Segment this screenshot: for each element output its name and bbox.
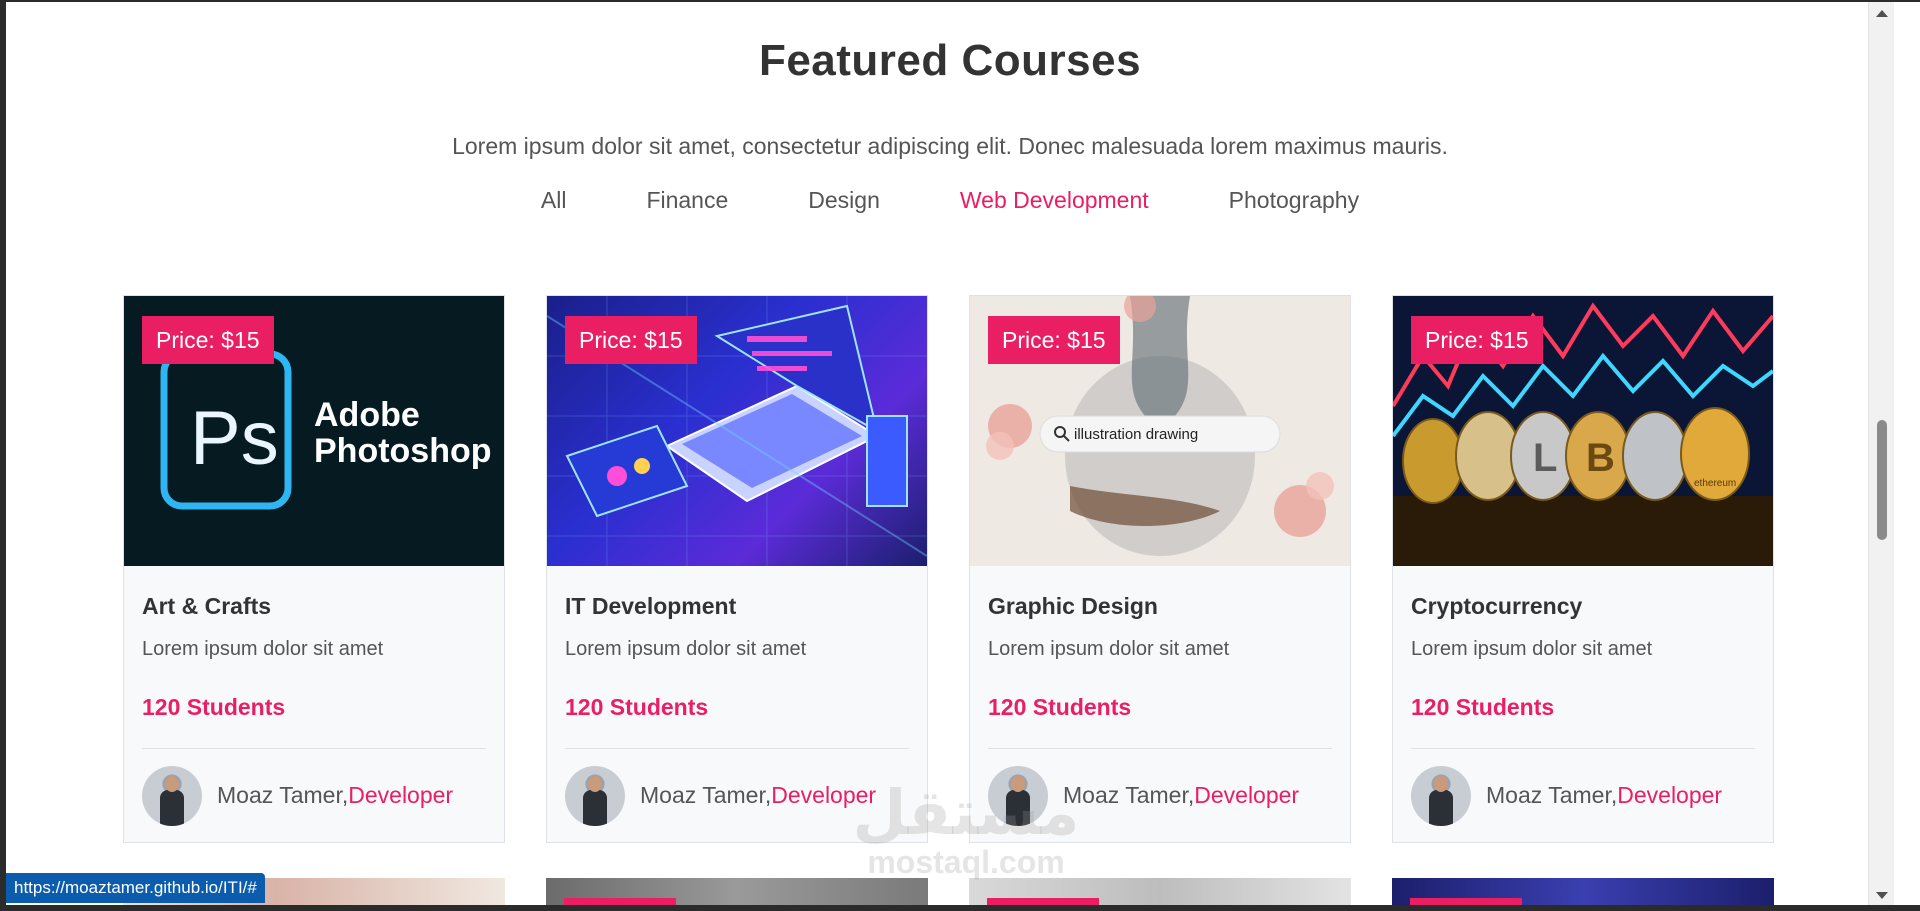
student-count: 120 Students — [988, 694, 1132, 720]
course-title[interactable]: IT Development — [565, 593, 736, 620]
card-divider — [988, 748, 1332, 749]
page: Featured Courses Lorem ipsum dolor sit a… — [6, 2, 1894, 905]
scroll-down-arrow-icon[interactable] — [1876, 892, 1888, 899]
author-info: Moaz Tamer,Developer — [1486, 782, 1722, 809]
course-description: Lorem ipsum dolor sit amet — [565, 638, 807, 660]
author-role: Developer — [348, 782, 454, 808]
vertical-scrollbar[interactable] — [1868, 2, 1894, 905]
card-divider — [142, 748, 486, 749]
course-title[interactable]: Art & Crafts — [142, 593, 271, 620]
author-name: Moaz Tamer, — [640, 782, 772, 808]
scroll-up-arrow-icon[interactable] — [1876, 10, 1888, 17]
laptop-isometric-thumbnail: Price: $15 — [547, 296, 927, 566]
filter-design[interactable]: Design — [768, 187, 920, 214]
avatar — [565, 766, 625, 826]
author-name: Moaz Tamer, — [217, 782, 349, 808]
filter-web-development[interactable]: Web Development — [920, 187, 1189, 214]
ps-logo-letters: Ps — [190, 396, 279, 481]
course-card[interactable]: Price: $15 IT Development Lorem ipsum do… — [546, 295, 928, 843]
author-info: Moaz Tamer,Developer — [217, 782, 453, 809]
section-subtitle: Lorem ipsum dolor sit amet, consectetur … — [452, 133, 1448, 159]
course-description: Lorem ipsum dolor sit amet — [1411, 638, 1653, 660]
course-filter-tabs: All Finance Design Web Development Photo… — [6, 187, 1894, 214]
author-role: Developer — [1194, 782, 1300, 808]
course-card[interactable]: illustration drawing Price: $15 Graphic … — [969, 295, 1351, 843]
course-card[interactable]: Ps Adobe Photoshop Price: $15 Art & Craf… — [123, 295, 505, 843]
avatar — [988, 766, 1048, 826]
course-card[interactable]: L B ethereum Price: $15 Cryptocurrency L… — [1392, 295, 1774, 843]
photoshop-label: Photoshop — [314, 432, 492, 470]
filter-all[interactable]: All — [501, 187, 607, 214]
avatar — [1411, 766, 1471, 826]
card-divider — [565, 748, 909, 749]
student-count: 120 Students — [142, 694, 286, 720]
crypto-coins-thumbnail: L B ethereum Price: $15 — [1393, 296, 1773, 566]
price-badge — [564, 898, 676, 905]
price-badge: Price: $15 — [565, 316, 697, 364]
author-name: Moaz Tamer, — [1063, 782, 1195, 808]
next-card-preview[interactable] — [1392, 878, 1774, 905]
section-title: Featured Courses — [758, 36, 1142, 85]
author-info: Moaz Tamer,Developer — [1063, 782, 1299, 809]
next-row-card-previews — [123, 878, 1783, 905]
course-title[interactable]: Cryptocurrency — [1411, 593, 1582, 620]
course-description: Lorem ipsum dolor sit amet — [142, 638, 384, 660]
status-bar-url: https://moaztamer.github.io/ITI/# — [6, 873, 265, 903]
price-badge: Price: $15 — [142, 316, 274, 364]
avatar — [142, 766, 202, 826]
price-badge — [987, 898, 1099, 905]
price-badge — [1410, 898, 1522, 905]
author-info: Moaz Tamer,Developer — [640, 782, 876, 809]
author-role: Developer — [1617, 782, 1723, 808]
svg-text:B: B — [1586, 436, 1615, 480]
illustration-drawing-thumbnail: illustration drawing Price: $15 — [970, 296, 1350, 566]
card-divider — [1411, 748, 1755, 749]
student-count: 120 Students — [565, 694, 709, 720]
adobe-label: Adobe — [314, 396, 420, 434]
next-card-preview[interactable] — [969, 878, 1351, 905]
author-role: Developer — [771, 782, 877, 808]
filter-finance[interactable]: Finance — [606, 187, 768, 214]
filter-photography[interactable]: Photography — [1189, 187, 1399, 214]
next-card-preview[interactable] — [546, 878, 928, 905]
watermark-latin: mostaql.com — [867, 844, 1065, 880]
author-name: Moaz Tamer, — [1486, 782, 1618, 808]
svg-text:L: L — [1533, 436, 1557, 480]
price-badge: Price: $15 — [988, 316, 1120, 364]
course-title[interactable]: Graphic Design — [988, 593, 1158, 620]
price-badge: Price: $15 — [1411, 316, 1543, 364]
adobe-photoshop-thumbnail: Ps Adobe Photoshop Price: $15 — [124, 296, 504, 566]
ethereum-coin-label: ethereum — [1694, 478, 1736, 489]
scrollbar-thumb[interactable] — [1877, 420, 1887, 540]
student-count: 120 Students — [1411, 694, 1555, 720]
course-description: Lorem ipsum dolor sit amet — [988, 638, 1230, 660]
search-query-text: illustration drawing — [1074, 426, 1198, 443]
